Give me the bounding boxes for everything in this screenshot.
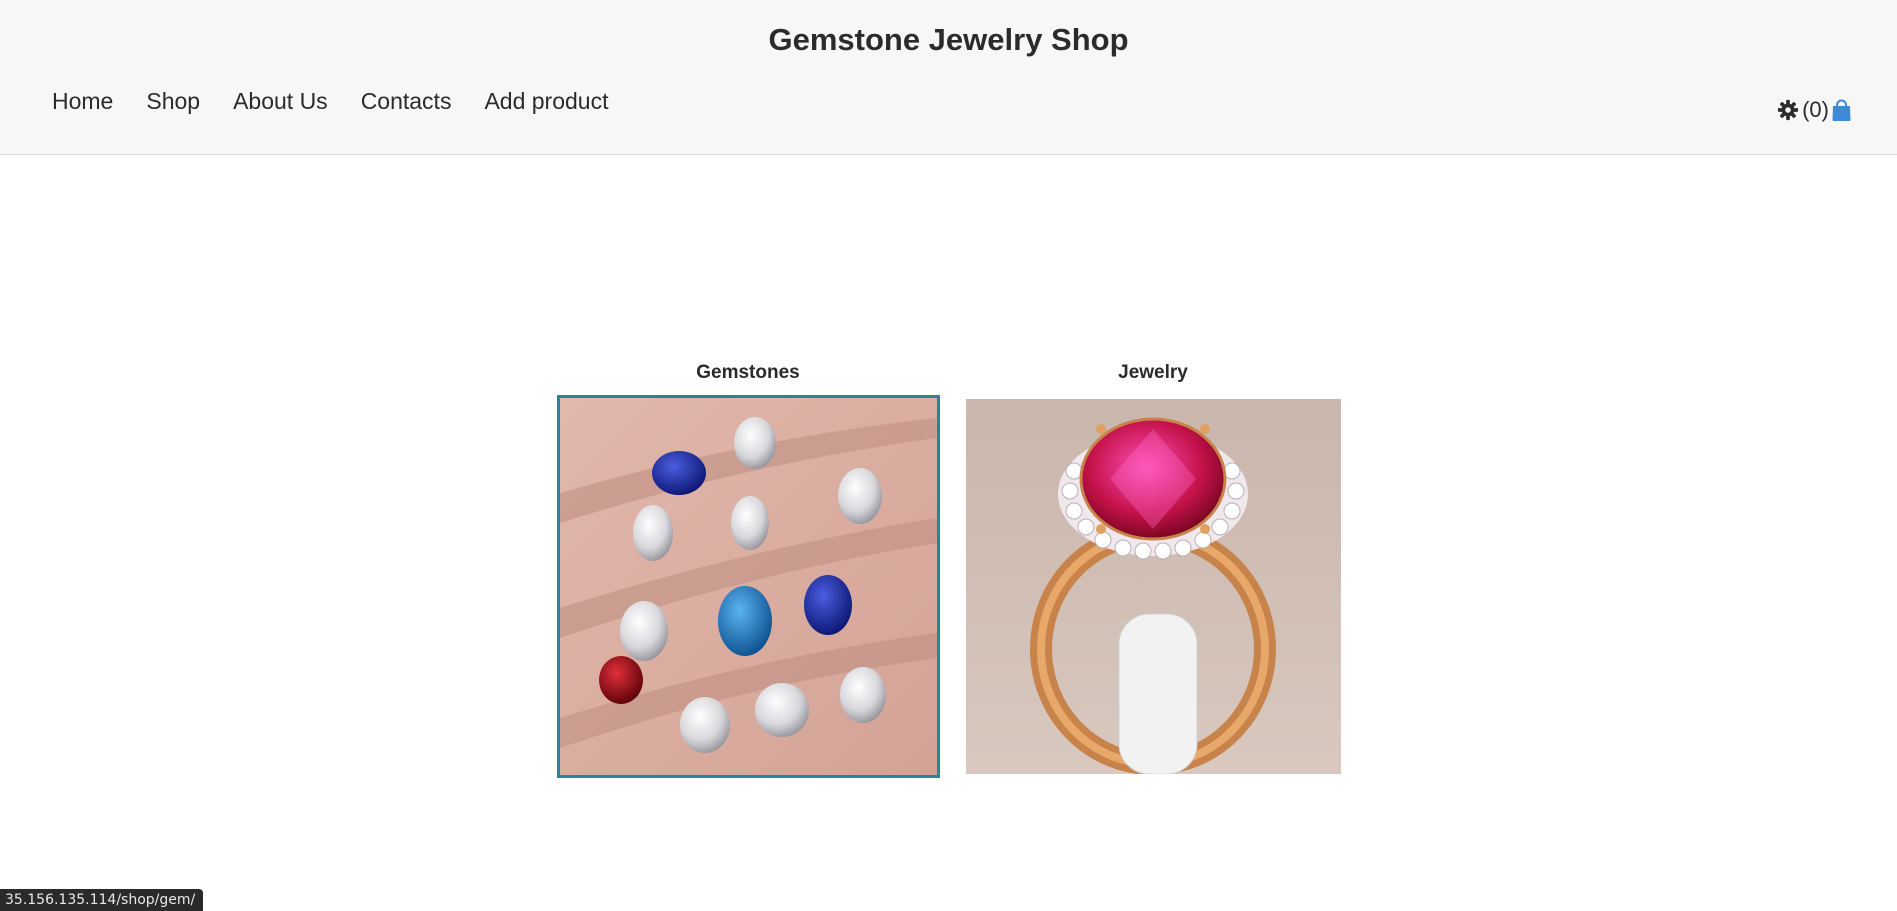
site-title: Gemstone Jewelry Shop [768, 22, 1129, 57]
main-nav: Home Shop About Us Contacts Add product [52, 88, 641, 115]
category-card-gemstones[interactable] [557, 395, 940, 778]
gear-icon[interactable] [1777, 99, 1799, 121]
category-label-jewelry: Jewelry [1118, 362, 1188, 383]
nav-about-link[interactable]: About Us [233, 88, 328, 115]
cart-area: (0) [1777, 97, 1852, 123]
nav-contacts-link[interactable]: Contacts [361, 88, 452, 115]
status-bar-url: 35.156.135.114/shop/gem/ [0, 889, 204, 911]
nav-add-product-link[interactable]: Add product [484, 88, 608, 115]
jewelry-image [966, 399, 1341, 774]
nav-home-link[interactable]: Home [52, 88, 113, 115]
gemstones-image [560, 398, 937, 775]
category-label-gemstones: Gemstones [696, 362, 800, 383]
nav-shop-link[interactable]: Shop [146, 88, 200, 115]
category-card-jewelry[interactable] [966, 399, 1341, 774]
cart-count[interactable]: (0) [1802, 97, 1829, 123]
shopping-bag-icon[interactable] [1831, 99, 1852, 122]
site-header: Gemstone Jewelry Shop Home Shop About Us… [0, 0, 1897, 155]
